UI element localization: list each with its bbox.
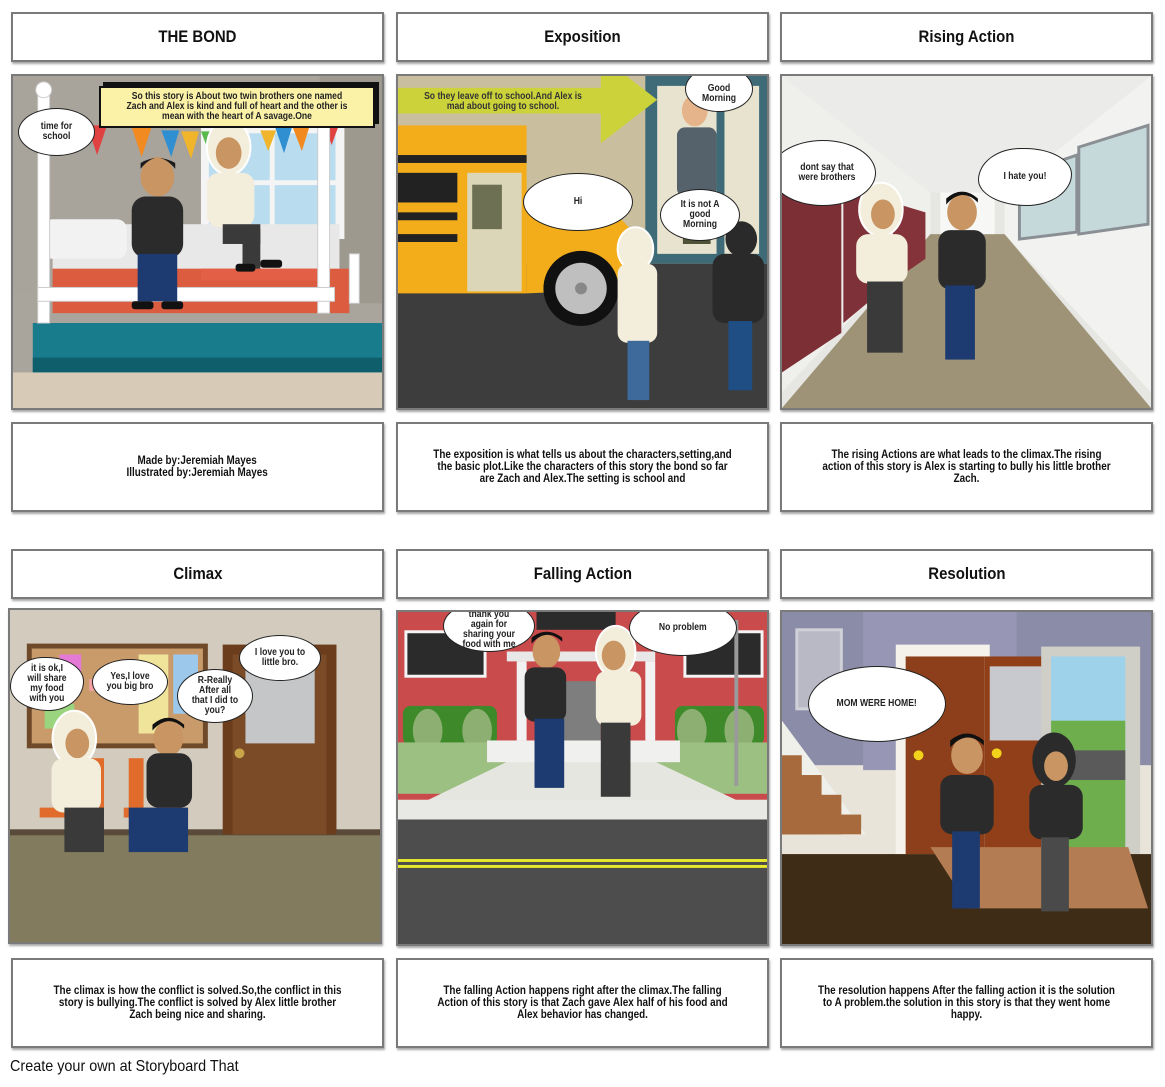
scene-waiting-room: it is ok,I will share my food with you Y… bbox=[8, 608, 382, 944]
bubble-text: time for school bbox=[40, 121, 73, 142]
bubble-text: No problem bbox=[659, 622, 707, 633]
cell-description: The climax is how the conflict is solved… bbox=[11, 958, 384, 1048]
cell-title-exposition: Exposition bbox=[396, 12, 769, 62]
cell-title-resolution: Resolution bbox=[780, 549, 1153, 599]
bubble-text: MOM WERE HOME! bbox=[836, 698, 918, 709]
narration-text: So this story is About two twin brothers… bbox=[126, 91, 348, 122]
speech-bubble: R-Really After all that I did to you? bbox=[177, 669, 253, 723]
scene-bedroom: So this story is About two twin brothers… bbox=[11, 74, 384, 410]
bubble-text: Yes,I love you big bro bbox=[106, 671, 154, 692]
speech-bubble: It is not A good Morning bbox=[660, 189, 740, 241]
description-text: The resolution happens After the falling… bbox=[818, 985, 1115, 1021]
speech-bubble: Yes,I love you big bro bbox=[92, 659, 168, 705]
description-text: The exposition is what tells us about th… bbox=[433, 449, 732, 485]
scene-hallway: dont say that were brothers I hate you! bbox=[780, 74, 1153, 410]
narration-text: So they leave off to school.And Alex is … bbox=[408, 92, 598, 112]
hallway-illustration bbox=[782, 76, 1151, 408]
cell-description: The falling Action happens right after t… bbox=[396, 958, 769, 1048]
home-entry-illustration bbox=[782, 612, 1151, 944]
scene-school-bus: So they leave off to school.And Alex is … bbox=[396, 74, 769, 410]
school-front-illustration bbox=[398, 612, 767, 944]
description-text: Made by:Jeremiah Mayes Illustrated by:Je… bbox=[126, 455, 269, 479]
description-text: The rising Actions are what leads to the… bbox=[822, 449, 1111, 485]
cell-description: The exposition is what tells us about th… bbox=[396, 422, 769, 512]
bubble-text: It is not A good Morning bbox=[680, 199, 720, 230]
description-text: The falling Action happens right after t… bbox=[437, 985, 728, 1021]
cell-title-text: THE BOND bbox=[158, 27, 237, 46]
speech-bubble: time for school bbox=[18, 108, 95, 156]
cell-title-the-bond: THE BOND bbox=[11, 12, 384, 62]
bubble-text: dont say that were brothers bbox=[798, 162, 856, 183]
speech-bubble: I love you to little bro. bbox=[239, 635, 321, 681]
footer-text[interactable]: Create your own at Storyboard That bbox=[10, 1058, 239, 1076]
bubble-text: I love you to little bro. bbox=[254, 647, 306, 668]
cell-description: The resolution happens After the falling… bbox=[780, 958, 1153, 1048]
cell-title-climax: Climax bbox=[11, 549, 384, 599]
bubble-text: R-Really After all that I did to you? bbox=[191, 675, 239, 716]
narration-text-span: So they leave off to school.And Alex is … bbox=[424, 91, 582, 112]
description-text: The climax is how the conflict is solved… bbox=[53, 985, 342, 1021]
cell-title-text: Falling Action bbox=[533, 564, 632, 583]
cell-title-text: Exposition bbox=[544, 27, 621, 46]
cell-title-text: Rising Action bbox=[918, 27, 1015, 46]
scene-home-entry: MOM WERE HOME! bbox=[780, 610, 1153, 946]
storyboard-that-footer-link[interactable]: Create your own at Storyboard That bbox=[10, 1058, 264, 1076]
bubble-text: Good Morning bbox=[702, 83, 736, 104]
bubble-text: thank you again for sharing your food wi… bbox=[462, 610, 516, 650]
school-bus-illustration bbox=[398, 76, 767, 408]
bubble-text: Hi bbox=[573, 196, 583, 207]
cell-description: Made by:Jeremiah Mayes Illustrated by:Je… bbox=[11, 422, 384, 512]
cell-title-text: Resolution bbox=[927, 564, 1006, 583]
bubble-text: I hate you! bbox=[1003, 171, 1047, 182]
cell-title-rising-action: Rising Action bbox=[780, 12, 1153, 62]
cell-description: The rising Actions are what leads to the… bbox=[780, 422, 1153, 512]
cell-title-falling-action: Falling Action bbox=[396, 549, 769, 599]
scene-school-front: thank you again for sharing your food wi… bbox=[396, 610, 769, 946]
speech-bubble: Hi bbox=[523, 173, 633, 231]
bubble-text: it is ok,I will share my food with you bbox=[27, 663, 67, 704]
speech-bubble: MOM WERE HOME! bbox=[808, 666, 946, 742]
narration-box: So this story is About two twin brothers… bbox=[99, 86, 375, 128]
cell-title-text: Climax bbox=[172, 564, 223, 583]
